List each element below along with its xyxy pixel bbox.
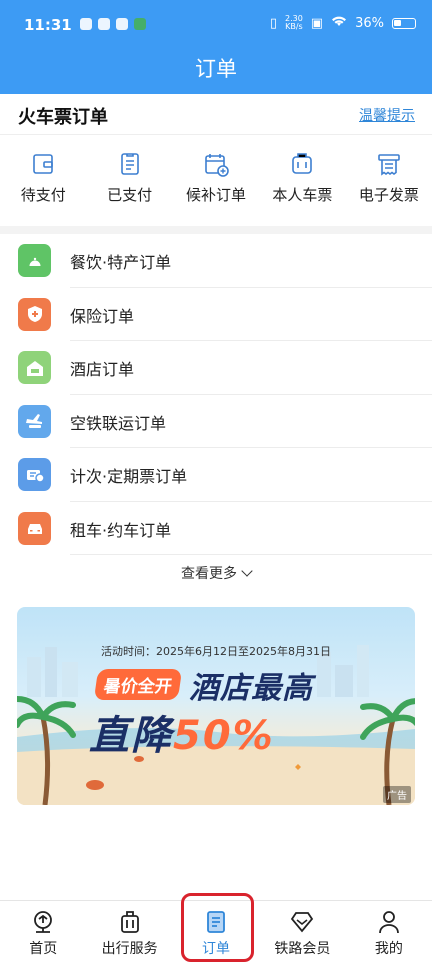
quick-action-waitlist[interactable]: 候补订单 [173,150,259,220]
order-item-label: 餐饮·特产订单 [70,253,172,272]
order-item-label: 计次·定期票订单 [70,467,188,486]
page-title: 订单 [195,57,237,81]
bottom-tab-bar: 首页 出行服务 订单 铁路会员 我的 [0,900,432,965]
network-speed: 2.30 KB/s [285,15,303,31]
section-divider [0,226,432,234]
quick-action-e-invoice[interactable]: 电子发票 [346,150,432,220]
promo-subheadline-text: 直降 [89,713,173,759]
order-item-air-rail[interactable]: 空铁联运订单 [0,395,432,448]
order-item-food[interactable]: 餐饮·特产订单 [0,234,432,288]
promo-headline: 酒店最高 [189,671,313,706]
car-icon [18,511,51,545]
pass-card-icon [18,458,51,491]
quick-action-paid[interactable]: 已支付 [86,150,172,220]
vibrate-icon: ▯ [269,15,277,31]
status-right: ▯ 2.30 KB/s ▣ 36% [270,15,416,31]
tab-orders[interactable]: 订单 [173,901,259,965]
quick-action-label: 本人车票 [272,186,333,204]
quick-action-label: 已支付 [107,186,153,204]
tab-label: 出行服务 [101,941,158,957]
user-icon [378,911,399,934]
order-document-icon [207,911,225,933]
app-notification-icon [80,18,92,30]
order-item-car[interactable]: 租车·约车订单 [0,502,432,555]
hotel-icon [18,351,51,384]
order-item-hotel[interactable]: 酒店订单 [0,341,432,395]
order-item-label: 空铁联运订单 [70,413,167,433]
shield-plus-icon [18,297,51,331]
speed-unit: KB/s [285,22,303,31]
tab-travel-services[interactable]: 出行服务 [86,901,172,965]
app-notification-icon [134,18,146,30]
plane-train-icon [18,404,51,438]
app-notification-icon [98,18,110,30]
order-item-label: 酒店订单 [70,360,135,379]
food-bell-icon [18,244,51,277]
tab-label: 首页 [29,941,58,957]
luggage-icon [120,911,139,933]
promo-tag: 暑价全开 [93,669,183,700]
ticket-icon [292,153,313,174]
sim-icon: ▣ [310,15,324,31]
train-orders-title: 火车票订单 [18,107,108,128]
quick-action-label: 待支付 [20,186,66,204]
diamond-icon [291,912,314,933]
app-notification-icon [116,18,128,30]
quick-action-label: 候补订单 [186,186,247,204]
battery-percent: 36% [355,15,384,31]
ad-label: 广告 [383,786,411,803]
status-bar: 11:31 ▯ 2.30 KB/s ▣ 36% [0,0,432,50]
train-order-quick-actions: 待支付 已支付 候补订单 本人车票 电子发票 [0,150,432,220]
other-orders-list: 餐饮·特产订单 保险订单 酒店订单 空铁联运订单 计次·定期票订单 租车·约车订 [0,234,432,555]
view-more-label: 查看更多 [181,566,237,582]
view-more-button[interactable]: 查看更多 [0,563,432,583]
tab-label: 订单 [202,941,231,957]
tab-profile[interactable]: 我的 [346,901,432,965]
order-item-label: 租车·约车订单 [70,520,172,540]
order-item-insurance[interactable]: 保险订单 [0,288,432,341]
receipt-icon [120,153,139,175]
promo-subheadline: 直降50% [89,703,275,761]
invoice-icon [378,154,400,176]
wifi-icon [331,15,347,31]
train-orders-header: 火车票订单 温馨提示 [0,94,432,135]
promo-discount: 50% [173,713,275,759]
battery-icon [392,17,416,29]
divider [70,554,432,555]
notification-icons [80,18,146,30]
order-item-label: 保险订单 [70,306,135,326]
order-item-pass[interactable]: 计次·定期票订单 [0,448,432,502]
quick-action-my-tickets[interactable]: 本人车票 [259,150,345,220]
page-header: 订单 [0,50,432,94]
wallet-icon [33,154,54,174]
tab-label: 铁路会员 [274,941,331,957]
tab-home[interactable]: 首页 [0,901,86,965]
tab-railway-membership[interactable]: 铁路会员 [259,901,345,965]
quick-action-label: 电子发票 [358,186,419,204]
tab-label: 我的 [374,941,403,957]
home-train-icon [34,911,53,933]
tips-link[interactable]: 温馨提示 [359,105,415,125]
quick-action-pending-payment[interactable]: 待支付 [0,150,86,220]
promo-date: 活动时间：2025年6月12日至2025年8月31日 [101,645,331,658]
chevron-down-icon [241,565,253,577]
calendar-add-icon [205,154,229,177]
status-time: 11:31 [24,16,72,34]
promo-banner[interactable]: 活动时间：2025年6月12日至2025年8月31日 暑价全开 酒店最高 直降5… [17,607,415,805]
